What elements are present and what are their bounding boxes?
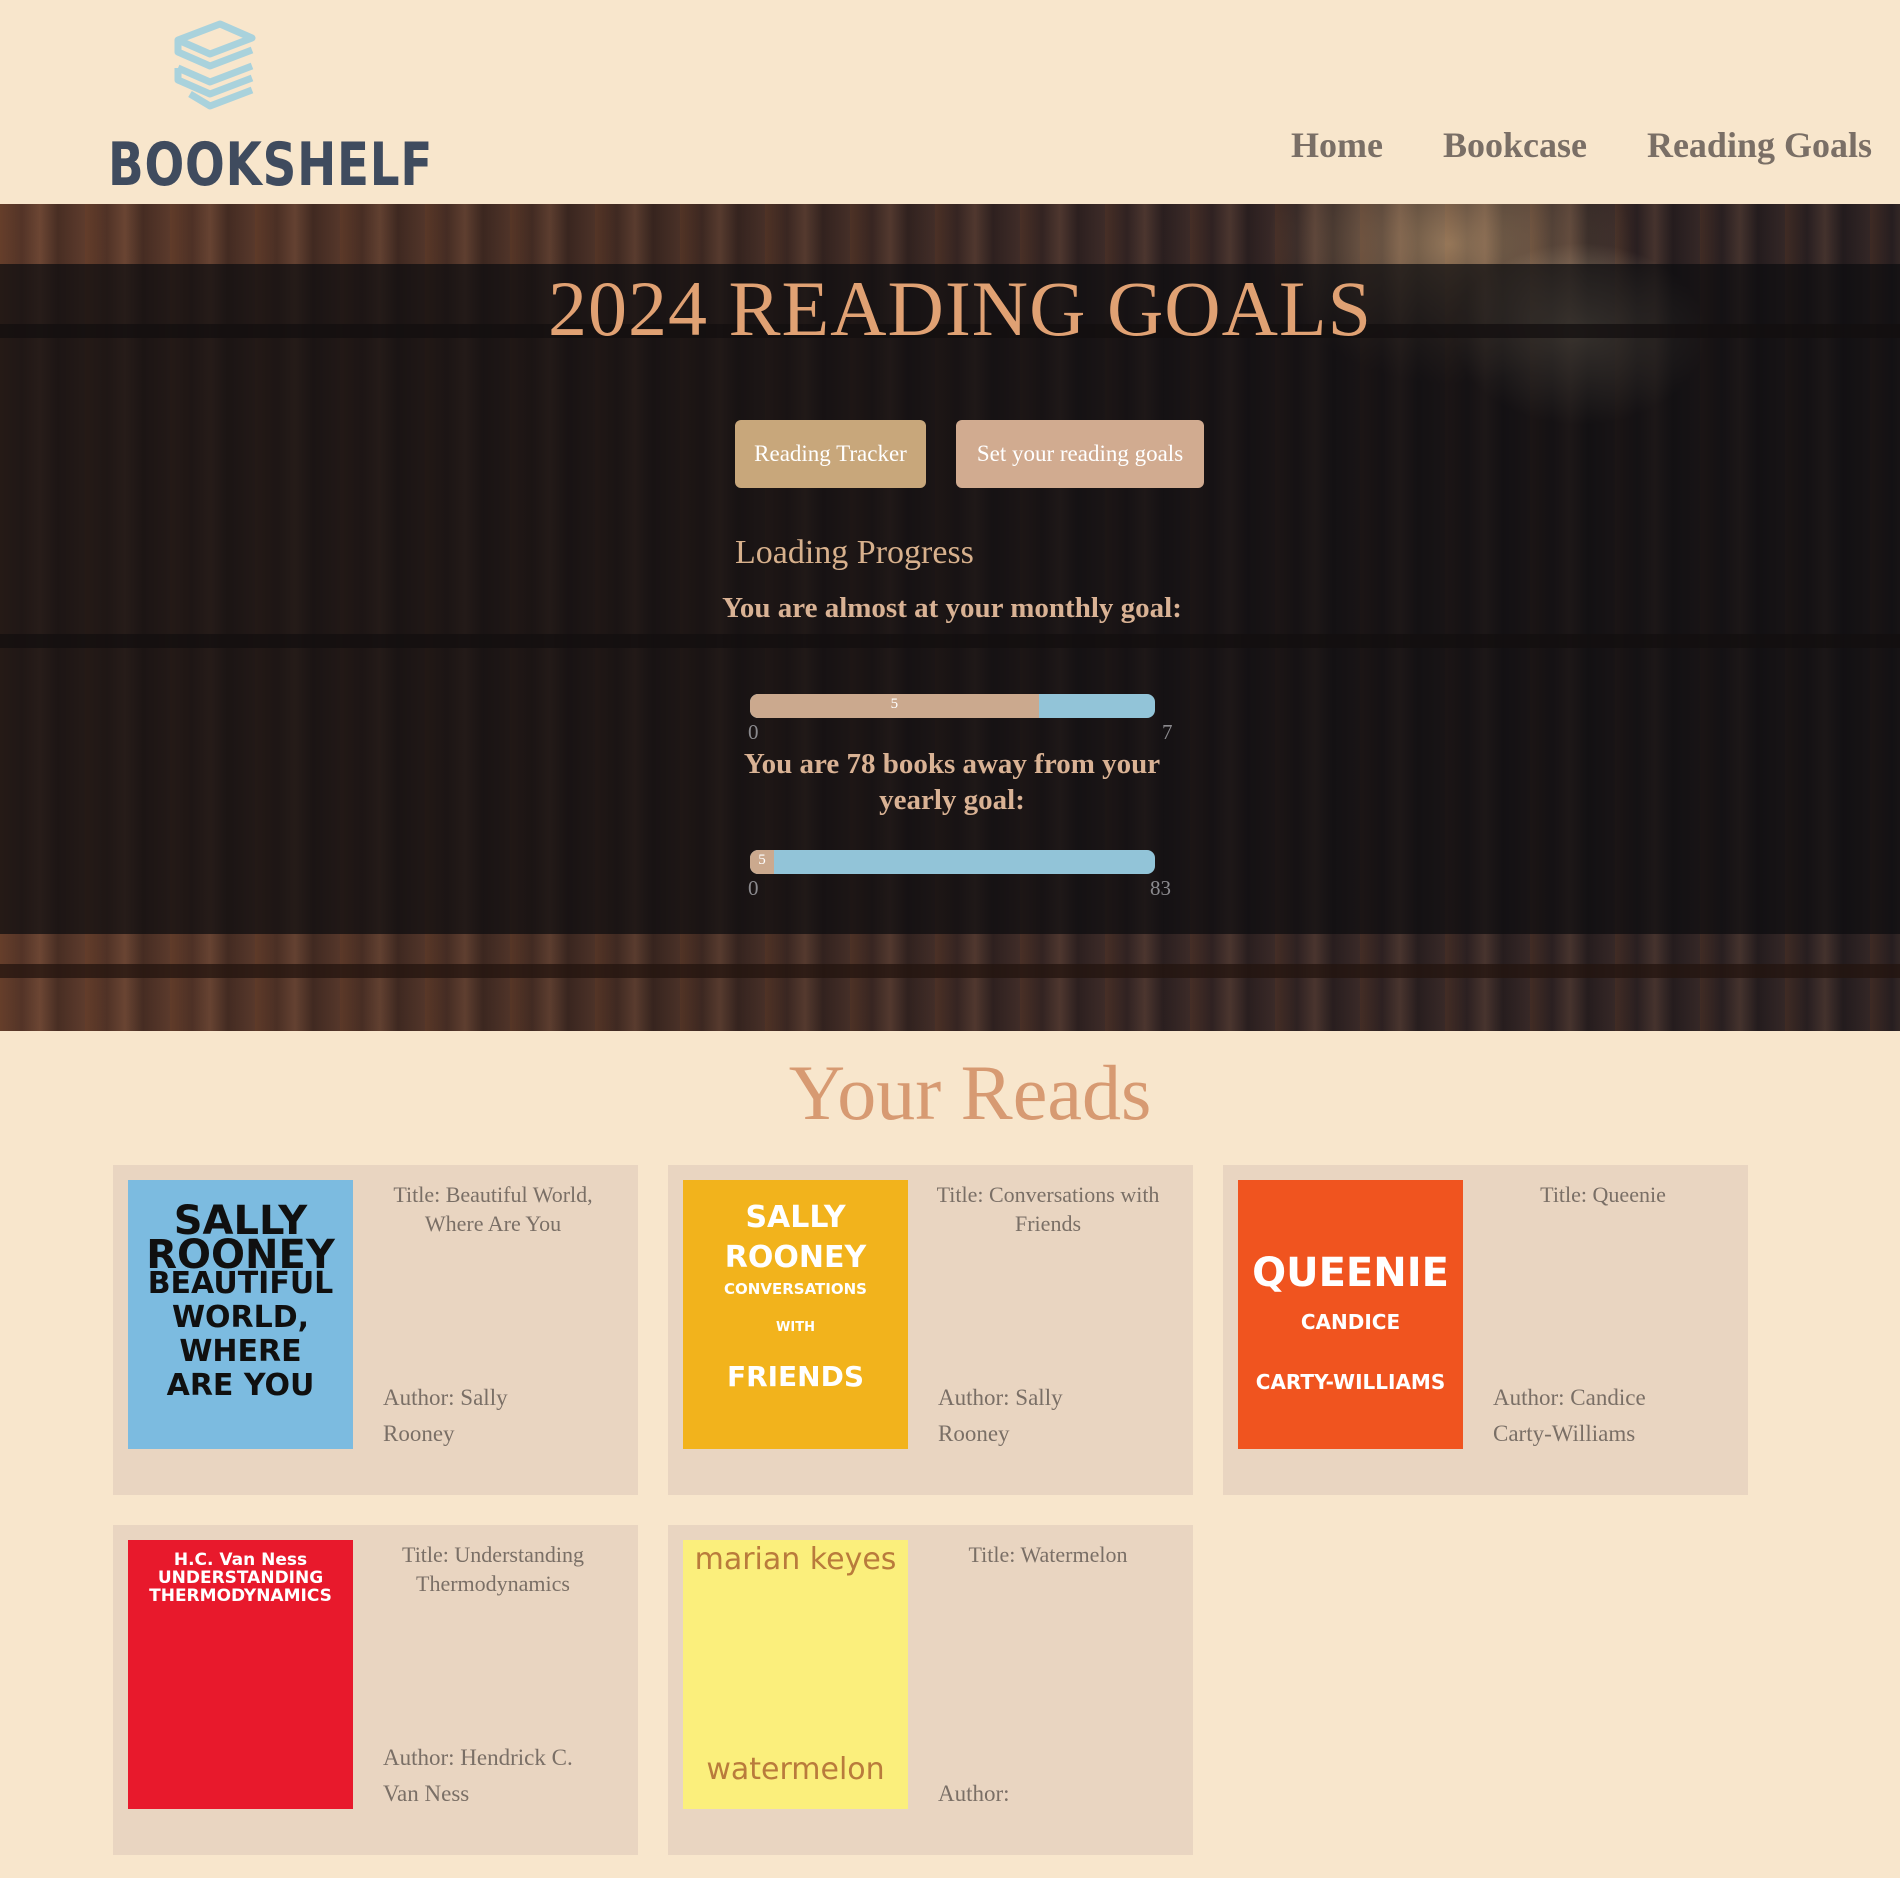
cover-text: SALLY	[745, 1200, 846, 1235]
book-title: Title: Queenie	[1540, 1182, 1666, 1207]
cover-text: THERMODYNAMICS	[149, 1586, 332, 1606]
book-card[interactable]: QUEENIE CANDICE CARTY-WILLIAMS Title: Quee…	[1223, 1165, 1748, 1495]
cover-text: CANDICE	[1300, 1310, 1401, 1334]
cover-text: UNDERSTANDING	[157, 1568, 324, 1588]
cover-text: CONVERSATIONS	[724, 1280, 867, 1298]
book-title: Title: Beautiful World, Where Are You	[393, 1182, 593, 1236]
cover-text: BEAUTIFUL	[147, 1266, 334, 1301]
site-header: BOOKSHELF Home Bookcase Reading Goals	[0, 0, 1900, 204]
shelf-decoration	[0, 964, 1900, 978]
monthly-max-label: 7	[1162, 720, 1173, 744]
yearly-min-label: 0	[748, 876, 759, 900]
book-author: Author: Sally Rooney	[938, 1385, 1063, 1446]
page-title: 2024 READING GOALS	[548, 265, 1372, 352]
book-card[interactable]: SALLY ROONEY CONVERSATIONS WITH FRIENDS Titl…	[668, 1165, 1193, 1495]
book-card[interactable]: SALLY ROONEY BEAUTIFUL WORLD, WHERE ARE YOU T…	[113, 1165, 638, 1495]
book-cover[interactable]: H.C. Van Ness UNDERSTANDING THERMODYNAMICS	[128, 1540, 353, 1809]
nav-bookcase[interactable]: Bookcase	[1443, 124, 1587, 166]
book-author: Author: Sally Rooney	[383, 1385, 508, 1446]
book-card[interactable]: marian keyes watermelon Title: Watermelon…	[668, 1525, 1193, 1855]
cover-text: ROONEY	[724, 1240, 867, 1275]
book-author: Author:	[938, 1781, 1010, 1806]
nav-reading-goals[interactable]: Reading Goals	[1647, 124, 1872, 166]
progress-heading: Loading Progress	[735, 534, 974, 571]
cover-text: ARE YOU	[166, 1368, 315, 1403]
book-cover[interactable]: SALLY ROONEY CONVERSATIONS WITH FRIENDS	[683, 1180, 908, 1449]
main-nav: Home Bookcase Reading Goals	[1291, 124, 1872, 166]
reading-tracker-button[interactable]: Reading Tracker	[735, 420, 926, 488]
cover-text: WHERE	[179, 1334, 302, 1369]
book-cover[interactable]: SALLY ROONEY BEAUTIFUL WORLD, WHERE ARE YOU	[128, 1180, 353, 1449]
hero-banner: 2024 READING GOALS Reading Tracker Set y…	[0, 204, 1900, 1031]
book-title: Title: Watermelon	[968, 1542, 1128, 1567]
books-stack-icon	[174, 20, 256, 110]
yearly-progress-bar: 5	[750, 850, 1155, 874]
book-title: Title: Understanding Thermodynamics	[402, 1542, 584, 1596]
cover-text: FRIENDS	[726, 1360, 865, 1393]
reads-heading: Your Reads	[788, 1049, 1152, 1136]
yearly-max-label: 83	[1150, 876, 1171, 900]
book-cover[interactable]: marian keyes watermelon	[683, 1540, 908, 1809]
cover-text: QUEENIE	[1252, 1250, 1449, 1296]
book-author: Author: Hendrick C. Van Ness	[383, 1745, 573, 1806]
nav-home[interactable]: Home	[1291, 124, 1383, 166]
cover-text: WITH	[776, 1320, 815, 1335]
monthly-min-label: 0	[748, 720, 759, 744]
book-cover[interactable]: QUEENIE CANDICE CARTY-WILLIAMS	[1238, 1180, 1463, 1449]
cover-text: H.C. Van Ness	[173, 1550, 308, 1570]
book-author: Author: Candice Carty-Williams	[1493, 1385, 1646, 1446]
cover-text: watermelon	[706, 1752, 885, 1787]
yearly-progress-value: 5	[758, 852, 766, 868]
yearly-goal-text: You are 78 books away from your yearly g…	[743, 748, 1161, 816]
cover-text: marian keyes	[694, 1542, 897, 1577]
monthly-progress-bar: 5	[750, 694, 1155, 718]
book-card[interactable]: H.C. Van Ness UNDERSTANDING THERMODYNAMICS…	[113, 1525, 638, 1855]
set-reading-goals-button[interactable]: Set your reading goals	[956, 420, 1204, 488]
book-title: Title: Conversations with Friends	[936, 1182, 1160, 1236]
monthly-progress-value: 5	[890, 696, 899, 712]
cover-text: CARTY-WILLIAMS	[1255, 1370, 1446, 1394]
logo-text: BOOKSHELF	[108, 130, 434, 200]
monthly-goal-text: You are almost at your monthly goal:	[722, 592, 1182, 624]
bookshelf-logo[interactable]: BOOKSHELF	[108, 18, 432, 200]
hero-overlay: 2024 READING GOALS Reading Tracker Set y…	[0, 264, 1900, 934]
cover-text: WORLD,	[171, 1300, 310, 1335]
